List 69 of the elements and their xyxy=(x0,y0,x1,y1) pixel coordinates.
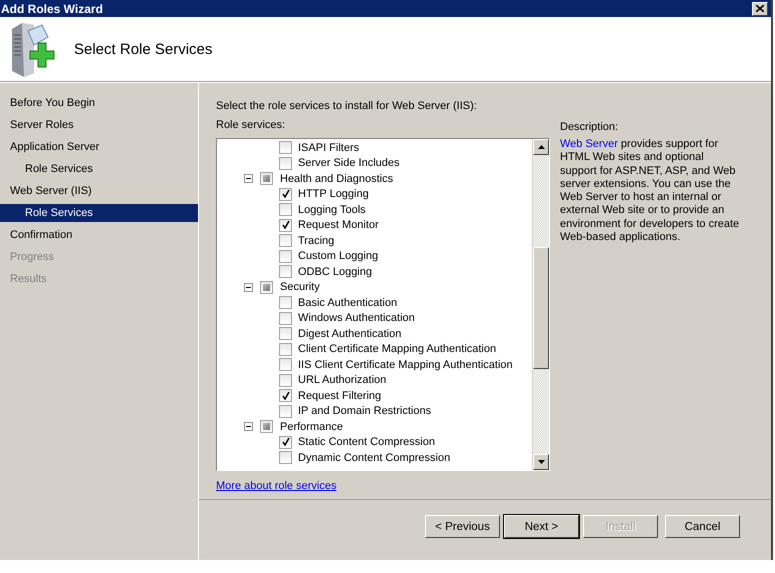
role-service-label: Static Content Compression xyxy=(298,436,435,448)
scrollbar[interactable] xyxy=(532,139,549,470)
nav-step[interactable]: Server Roles xyxy=(0,116,198,134)
role-group-label: Performance xyxy=(280,420,343,433)
checkbox[interactable] xyxy=(279,389,292,402)
checkbox[interactable] xyxy=(279,312,292,325)
collapse-icon[interactable] xyxy=(244,422,253,432)
nav-step[interactable]: Web Server (IIS) xyxy=(0,182,198,200)
role-service-label: Digest Authentication xyxy=(298,328,402,340)
wizard-button[interactable]: Cancel xyxy=(665,515,740,538)
role-group-label: Security xyxy=(280,281,320,294)
role-service-label: Request Monitor xyxy=(298,219,379,232)
role-group-label: Health and Diagnostics xyxy=(280,172,394,185)
web-server-link[interactable]: Web Server xyxy=(560,138,618,150)
checkbox[interactable] xyxy=(279,250,292,263)
role-service-label: ODBC Logging xyxy=(298,266,372,278)
checkbox[interactable] xyxy=(279,451,292,464)
checkbox[interactable] xyxy=(279,234,292,248)
checkbox[interactable] xyxy=(279,203,292,216)
checkbox[interactable] xyxy=(279,141,292,154)
wizard-button[interactable]: Next > xyxy=(504,515,579,538)
wizard-button[interactable]: < Previous xyxy=(425,515,500,538)
scroll-up-icon[interactable] xyxy=(538,145,544,149)
more-info-link[interactable]: More about role services xyxy=(216,480,336,492)
nav-step[interactable]: Application Server xyxy=(0,138,198,156)
checkbox[interactable] xyxy=(279,327,292,340)
window-title: Add Roles Wizard xyxy=(0,2,103,16)
page-heading: Select Role Services xyxy=(74,40,212,58)
list-label: Role services: xyxy=(216,119,286,133)
checkbox[interactable] xyxy=(279,342,292,356)
role-service-label: IIS Client Certificate Mapping Authentication xyxy=(298,358,513,371)
role-services-list[interactable] xyxy=(216,138,550,471)
checkbox[interactable] xyxy=(279,218,292,232)
checkbox[interactable] xyxy=(260,420,273,434)
checkbox[interactable] xyxy=(260,280,273,294)
checkbox[interactable] xyxy=(279,436,292,449)
role-service-label: Client Certificate Mapping Authentication xyxy=(298,343,496,356)
role-service-label: Basic Authentication xyxy=(298,296,398,309)
checkbox[interactable] xyxy=(279,156,292,170)
role-service-label: Server Side Includes xyxy=(298,157,400,170)
role-service-label: IP and Domain Restrictions xyxy=(298,405,432,418)
role-service-label: HTTP Logging xyxy=(298,188,369,200)
role-service-label: Custom Logging xyxy=(298,250,378,262)
nav-step[interactable]: Role Services xyxy=(0,160,198,178)
nav-step[interactable]: Confirmation xyxy=(0,226,198,244)
checkbox[interactable] xyxy=(279,265,292,278)
scroll-down-icon[interactable] xyxy=(538,460,544,464)
description-label: Description: xyxy=(560,121,620,133)
nav-step[interactable]: Before You Begin xyxy=(0,94,198,112)
role-service-label: URL Authorization xyxy=(298,374,386,386)
nav-step[interactable]: Role Services xyxy=(0,204,198,222)
instruction-text: Select the role services to install for Web Server (IIS): xyxy=(216,100,478,114)
close-button[interactable] xyxy=(752,2,768,16)
checkbox[interactable] xyxy=(279,296,292,310)
checkbox[interactable] xyxy=(279,404,292,418)
checkbox[interactable] xyxy=(260,172,273,186)
role-service-label: Tracing xyxy=(298,234,334,247)
checkbox[interactable] xyxy=(279,358,292,372)
role-service-label: Windows Authentication xyxy=(298,312,415,324)
collapse-icon[interactable] xyxy=(244,174,253,184)
role-service-label: ISAPI Filters xyxy=(298,142,360,154)
role-service-label: Dynamic Content Compression xyxy=(298,452,450,464)
role-service-label: Request Filtering xyxy=(298,390,382,402)
close-icon xyxy=(756,5,764,12)
collapse-icon[interactable] xyxy=(244,282,253,292)
description-text: Web Server provides support for HTML Web sites and optional support for ASP.NET, ASP, and Web server extensions. You can use the Web Server to host an internal or external Web site or to provide an environment for developers to create Web-based applications. xyxy=(560,138,740,244)
checkbox[interactable] xyxy=(279,188,292,201)
role-service-label: Logging Tools xyxy=(298,204,366,216)
checkbox[interactable] xyxy=(279,374,292,387)
